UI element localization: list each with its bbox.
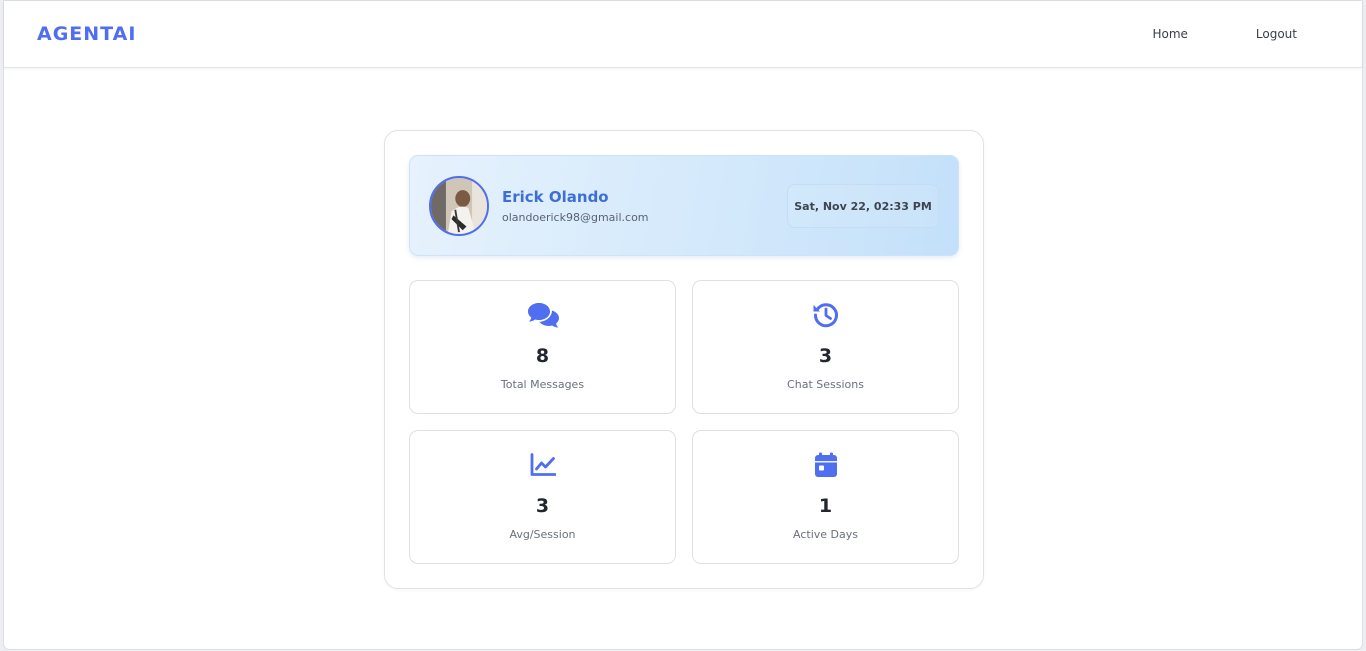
avatar bbox=[429, 176, 489, 236]
user-email: olandoerick98@gmail.com bbox=[502, 211, 649, 224]
chart-line-icon bbox=[527, 451, 559, 479]
calendar-icon bbox=[810, 451, 842, 479]
stat-card-total-messages: 8 Total Messages bbox=[409, 280, 676, 414]
nav-link-logout[interactable]: Logout bbox=[1238, 21, 1315, 47]
app-window: AGENTAI Home Logout Erick Olando olandoe… bbox=[3, 0, 1363, 650]
stat-value: 3 bbox=[818, 345, 833, 367]
stat-label: Total Messages bbox=[500, 378, 585, 391]
comments-icon bbox=[527, 301, 559, 329]
stat-label: Active Days bbox=[793, 528, 858, 541]
datetime-badge: Sat, Nov 22, 02:33 PM bbox=[787, 184, 939, 228]
navbar: AGENTAI Home Logout bbox=[4, 1, 1362, 68]
history-icon bbox=[810, 301, 842, 329]
stat-label: Chat Sessions bbox=[787, 378, 864, 391]
stat-label: Avg/Session bbox=[509, 528, 576, 541]
user-name: Erick Olando bbox=[502, 188, 609, 206]
stat-card-chat-sessions: 3 Chat Sessions bbox=[692, 280, 959, 414]
stat-card-active-days: 1 Active Days bbox=[692, 430, 959, 564]
brand-logo[interactable]: AGENTAI bbox=[37, 23, 136, 45]
stat-value: 8 bbox=[535, 345, 550, 367]
nav-links: Home Logout bbox=[1134, 21, 1329, 47]
profile-banner: Erick Olando olandoerick98@gmail.com Sat… bbox=[409, 155, 959, 256]
dashboard-card: Erick Olando olandoerick98@gmail.com Sat… bbox=[384, 130, 984, 589]
user-photo-icon bbox=[431, 178, 487, 234]
stat-value: 3 bbox=[535, 495, 550, 517]
nav-link-home[interactable]: Home bbox=[1134, 21, 1205, 47]
stat-card-avg-session: 3 Avg/Session bbox=[409, 430, 676, 564]
stat-value: 1 bbox=[818, 495, 833, 517]
